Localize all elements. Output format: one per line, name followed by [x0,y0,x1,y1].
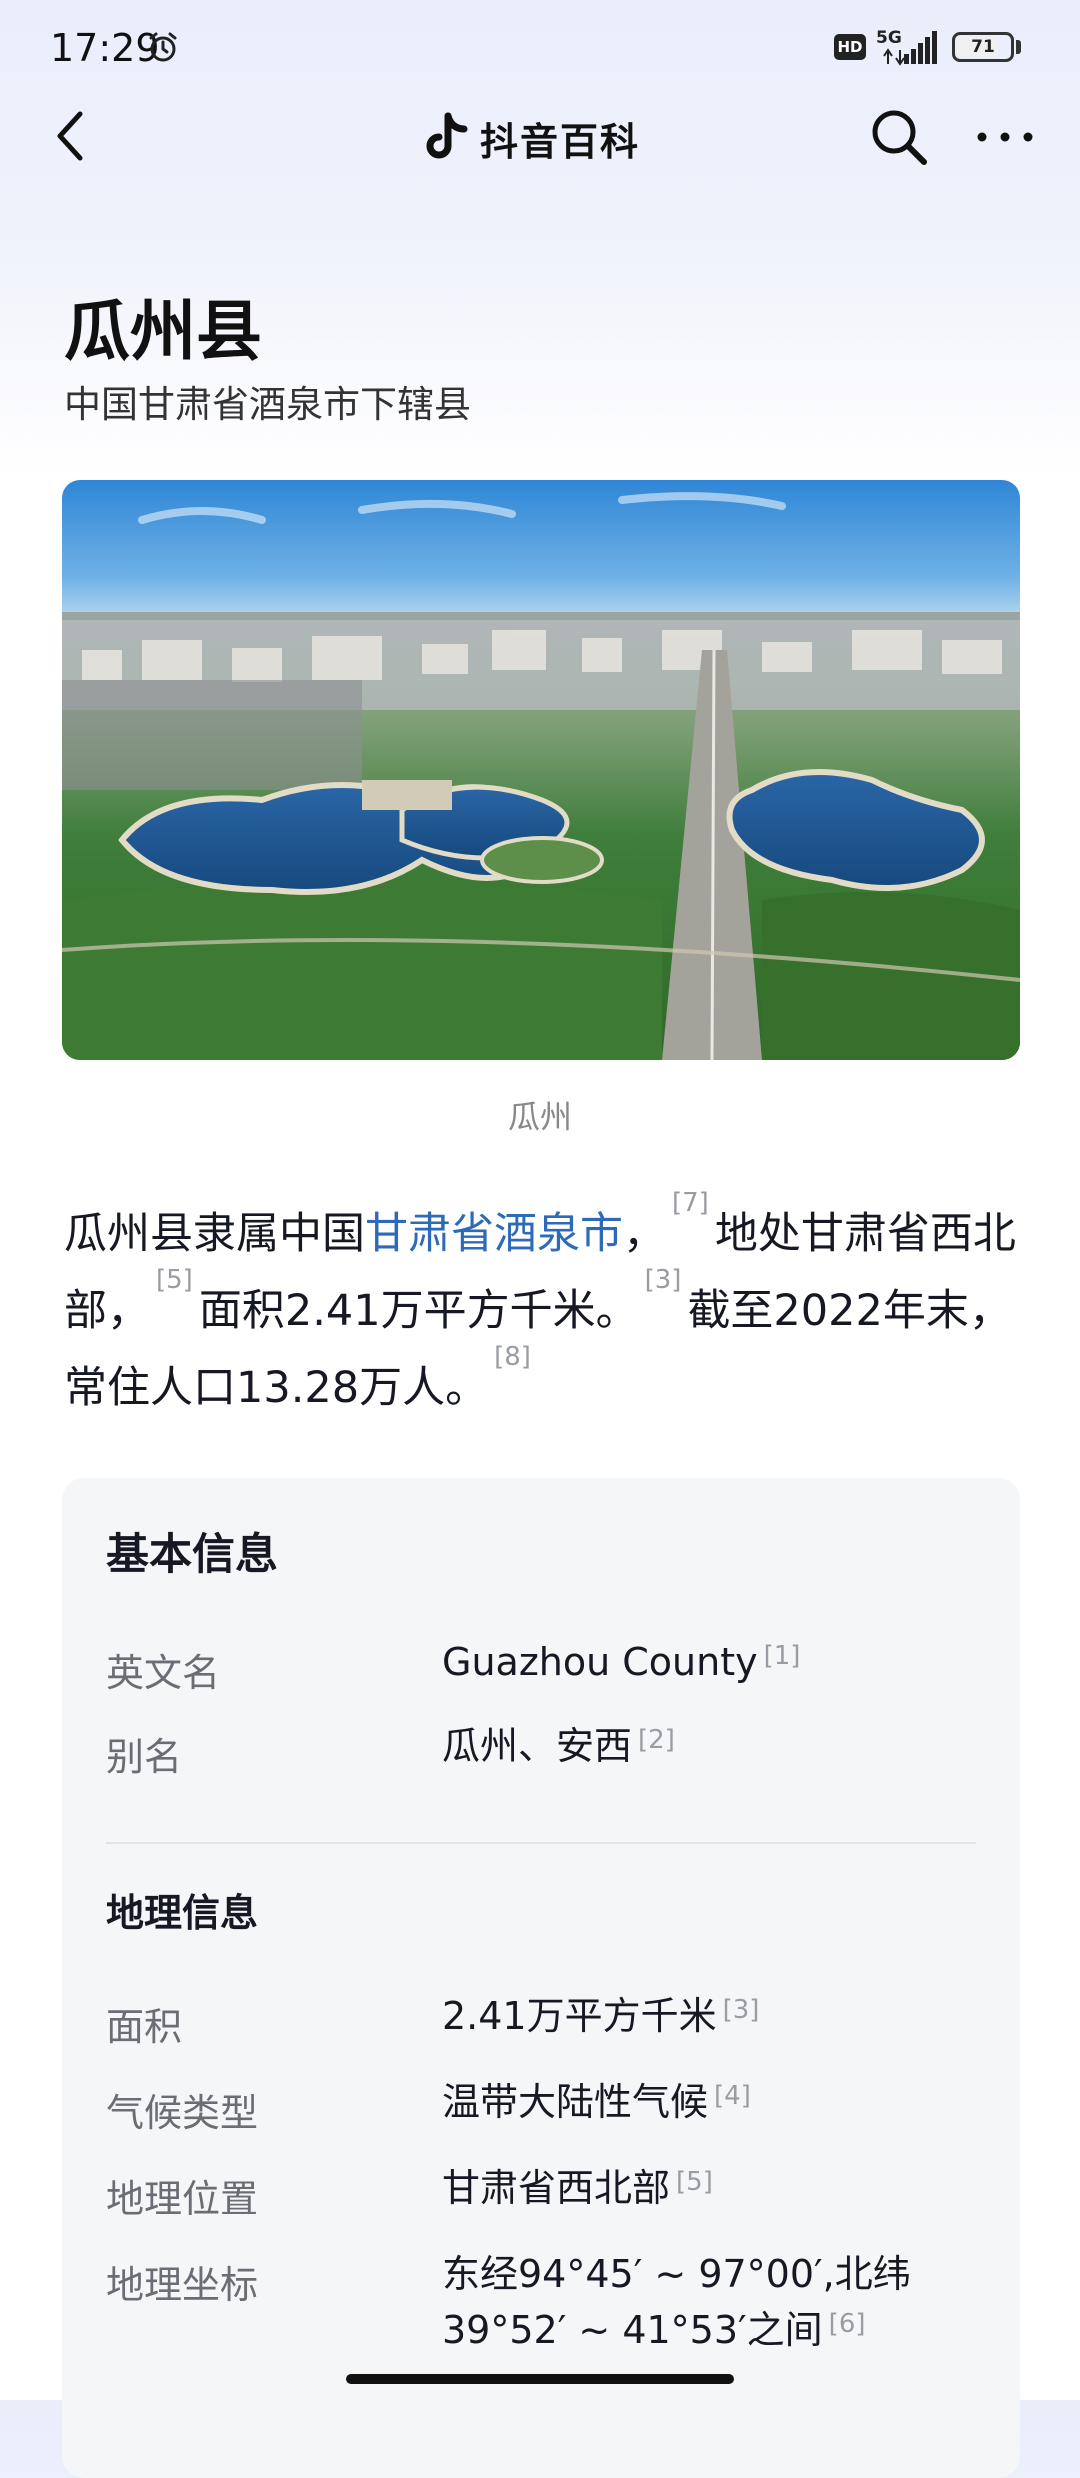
info-value-english-name: Guazhou County [1] [442,1640,801,1684]
citation-ref[interactable]: [7] [672,1188,709,1218]
search-icon[interactable] [868,106,930,168]
brand-header: 抖音百科 [424,108,640,168]
back-icon[interactable] [50,104,90,168]
citation-ref[interactable]: [3] [645,1265,682,1295]
citation-ref[interactable]: [2] [638,1725,675,1755]
basic-info-title: 基本信息 [106,1530,278,1580]
info-label-location: 地理位置 [106,2177,259,2221]
intro-text: 瓜州县隶属中国 [64,1209,365,1259]
page-subtitle: 中国甘肃省酒泉市下辖县 [64,383,471,426]
info-value-climate: 温带大陆性气候 [4] [442,2080,751,2124]
info-label-english-name: 英文名 [106,1651,221,1695]
intro-link-jiuquan[interactable]: 甘肃省酒泉市 [365,1209,623,1259]
coordinates-line-2: 39°52′ ~ 41°53′之间 [6] [442,2308,866,2352]
citation-ref[interactable]: [3] [723,1995,760,2025]
page-title: 瓜州县 [64,293,262,370]
info-value-area: 2.41万平方千米 [3] [442,1994,760,2038]
alarm-icon [149,32,177,62]
hd-badge: HD [834,34,866,60]
info-value-coordinates: 东经94°45′ ~ 97°00′,北纬 39°52′ ~ 41°53′之间 [6… [442,2246,911,2358]
battery-cap [1016,40,1021,54]
citation-ref[interactable]: [1] [764,1641,801,1671]
signal-icon [883,31,937,66]
citation-ref[interactable]: [6] [829,2309,866,2339]
intro-paragraph: 瓜州县隶属中国甘肃省酒泉市，[7]地处甘肃省西北部，[5]面积2.41万平方千米… [64,1190,1024,1427]
citation-ref[interactable]: [5] [676,2167,713,2197]
info-label-climate: 气候类型 [106,2091,259,2135]
geo-info-title: 地理信息 [106,1891,259,1935]
status-bar: 17:29 HD 5G 71 [0,0,1080,100]
info-value-alias: 瓜州、安西 [2] [442,1724,675,1768]
status-time: 17:29 [50,26,160,70]
intro-text: 面积2.41万平方千米。 [198,1286,639,1336]
aerial-photo [62,480,1020,1060]
citation-ref[interactable]: [5] [156,1265,193,1295]
info-label-coordinates: 地理坐标 [106,2263,259,2307]
section-divider [106,1842,976,1844]
battery-icon: 71 [952,32,1014,62]
info-value-location: 甘肃省西北部 [5] [442,2166,713,2210]
brand-title: 抖音百科 [480,119,641,164]
info-card: 基本信息 英文名 Guazhou County [1] 别名 瓜州、安西 [2] 地… [62,1478,1020,2478]
info-label-area: 面积 [106,2005,183,2049]
home-indicator[interactable] [346,2374,734,2384]
intro-text: ， [623,1209,666,1259]
image-caption: 瓜州 [507,1098,572,1136]
citation-ref[interactable]: [4] [714,2081,751,2111]
info-label-alias: 别名 [106,1735,183,1779]
more-icon[interactable] [974,122,1036,152]
battery-level: 71 [971,37,995,57]
coordinates-line-1: 东经94°45′ ~ 97°00′,北纬 [442,2252,911,2296]
entry-image[interactable] [62,480,1020,1060]
tiktok-logo-icon [426,112,468,159]
citation-ref[interactable]: [8] [494,1342,531,1372]
